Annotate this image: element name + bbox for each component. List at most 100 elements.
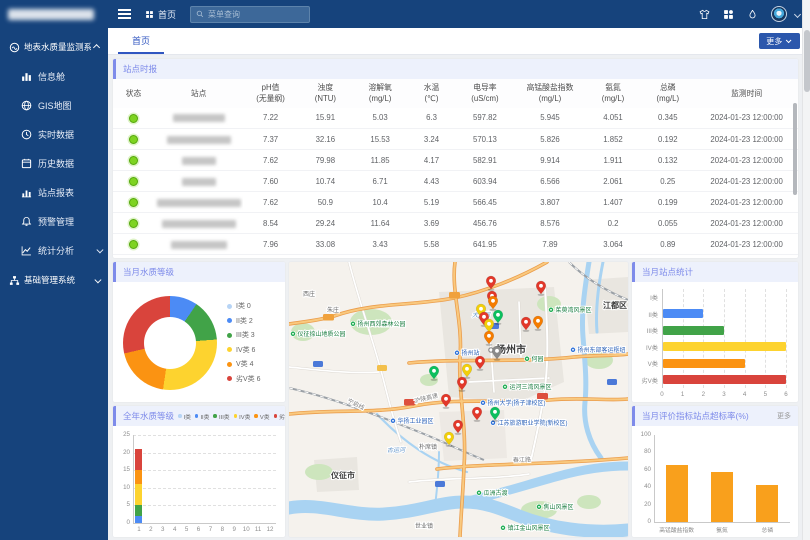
legend-item[interactable]: I类 0 xyxy=(227,301,261,311)
map-poi[interactable]: 镇江金山风景区 xyxy=(500,524,549,532)
legend-label: III类 3 xyxy=(236,330,255,340)
table-scrollbar[interactable] xyxy=(793,103,797,195)
value-cell: 3.24 xyxy=(408,129,456,150)
status-dot xyxy=(129,219,138,228)
page-scrollbar-thumb[interactable] xyxy=(804,30,810,92)
menu-search[interactable] xyxy=(190,6,310,23)
chevron-down-icon xyxy=(786,38,791,43)
legend-item[interactable]: IV类 6 xyxy=(227,345,261,355)
y-tick-label: 80 xyxy=(644,448,651,455)
table-row: 7.2215.915.036.3597.825.9454.0510.345202… xyxy=(113,108,798,129)
legend-item[interactable]: 劣V类 6 xyxy=(227,374,261,384)
user-avatar[interactable] xyxy=(771,6,787,22)
stacked-bar-segment xyxy=(135,516,142,523)
table-row: 7.6279.9811.854.17582.919.9141.9110.1322… xyxy=(113,150,798,171)
legend-item[interactable]: II类 xyxy=(195,412,210,421)
map-poi[interactable]: 运河三湾风景区 xyxy=(502,383,551,391)
legend-item[interactable]: 劣V类 xyxy=(274,412,285,421)
theme-shirt-icon[interactable] xyxy=(699,9,710,20)
poi-label: 镇江金山风景区 xyxy=(508,524,550,532)
legend-dot xyxy=(227,333,232,338)
flame-icon[interactable] xyxy=(747,9,758,20)
sidebar-item[interactable]: 站点报表 xyxy=(0,178,108,207)
legend-item[interactable]: III类 xyxy=(213,412,229,421)
sidebar-group[interactable]: 基础管理系统 xyxy=(0,265,108,295)
sidebar-item[interactable]: 实时数据 xyxy=(0,120,108,149)
poi-label: 焦山风景区 xyxy=(544,503,574,511)
x-tick-label: 11 xyxy=(252,526,264,533)
town-label: 朱庄 xyxy=(327,306,339,314)
map-poi[interactable]: 仪征捺山地质公园 xyxy=(290,330,345,338)
gridline xyxy=(724,289,725,388)
nav-home-link[interactable]: 首页 xyxy=(145,8,176,21)
exceed-more-link[interactable]: 更多 xyxy=(777,411,791,421)
value-cell: 7.22 xyxy=(243,108,298,129)
page-scrollbar[interactable] xyxy=(802,0,810,540)
map-poi[interactable]: 扬州西郊森林公园 xyxy=(350,320,405,328)
hbar xyxy=(663,375,786,384)
status-dot xyxy=(129,240,138,249)
value-cell: 5.945 xyxy=(514,108,585,129)
sidebar-item[interactable]: 信息舱 xyxy=(0,62,108,91)
sidebar-group[interactable]: 地表水质量监测系统 xyxy=(0,32,108,62)
value-cell: 8.576 xyxy=(514,213,585,234)
legend-item[interactable]: III类 3 xyxy=(227,330,261,340)
value-cell: 33.08 xyxy=(298,234,353,255)
map-panel[interactable]: 古运河大运河沪陕高速宁启线春江路西庄朱庄朴席镇世业镇仪征捺山地质公园扬州西郊森林… xyxy=(289,262,628,537)
legend-item[interactable]: V类 4 xyxy=(227,359,261,369)
map-poi[interactable]: 扬州大学(扬子津校区) xyxy=(480,399,545,407)
column-header: 浊度(NTU) xyxy=(298,79,353,108)
column-header: 高锰酸盐指数(mg/L) xyxy=(514,79,585,108)
map-poi[interactable]: 华扬工业园区 xyxy=(390,417,433,425)
station-stats-hbar-chart: 0123456I类II类III类IV类V类劣V类 xyxy=(636,285,794,400)
legend-item[interactable]: IV类 xyxy=(234,412,251,421)
legend-dot xyxy=(227,376,232,381)
map-poi[interactable]: 茱萸湾风景区 xyxy=(548,306,591,314)
station-table: 状态站点pH值(无量纲)浊度(NTU)溶解氧(mg/L)水温(℃)电导率(uS/… xyxy=(113,79,798,255)
navbar-actions xyxy=(699,6,800,22)
gridline xyxy=(703,289,704,388)
y-tick-label: 20 xyxy=(123,449,130,456)
sidebar-item[interactable]: 历史数据 xyxy=(0,149,108,178)
sidebar-item[interactable]: 预警管理 xyxy=(0,207,108,236)
value-cell: 10.74 xyxy=(298,171,353,192)
y-tick-label: 10 xyxy=(123,484,130,491)
status-cell xyxy=(113,108,154,129)
sidebar-group-label: 基础管理系统 xyxy=(24,274,91,286)
value-cell: 50.9 xyxy=(298,192,353,213)
value-cell: 4.43 xyxy=(408,171,456,192)
sidebar-item[interactable]: GIS地图 xyxy=(0,91,108,120)
svg-text:江都区: 江都区 xyxy=(603,300,627,310)
gridline xyxy=(133,453,276,454)
sidebar-item[interactable]: 统计分析 xyxy=(0,236,108,265)
value-cell: 7.62 xyxy=(243,192,298,213)
sidebar-item-label: 预警管理 xyxy=(38,215,104,228)
menu-collapse-icon[interactable] xyxy=(118,9,131,19)
value-cell: 2024-01-23 12:00:00 xyxy=(695,213,798,234)
x-tick-label: 1 xyxy=(133,526,145,533)
gridline xyxy=(745,289,746,388)
legend-item[interactable]: I类 xyxy=(178,412,191,421)
legend-label: 劣V类 6 xyxy=(236,374,261,384)
vbar xyxy=(756,485,778,522)
legend-dot xyxy=(178,414,182,418)
layout-grid-icon[interactable] xyxy=(723,9,734,20)
legend-item[interactable]: II类 2 xyxy=(227,316,261,326)
table-row: 7.9633.083.435.58641.957.893.0640.892024… xyxy=(113,234,798,255)
city-label: 仪征市 xyxy=(330,470,355,480)
value-cell: 4.17 xyxy=(408,150,456,171)
station-cell xyxy=(154,171,243,192)
station-cell xyxy=(154,234,243,255)
value-cell: 1.911 xyxy=(586,150,641,171)
map-poi[interactable]: 扬州东部客运枢纽 xyxy=(570,346,625,354)
x-tick-label: 3 xyxy=(720,391,728,398)
search-input[interactable] xyxy=(208,10,304,19)
value-cell: 582.91 xyxy=(455,150,514,171)
user-menu-chevron-icon[interactable] xyxy=(794,10,801,17)
legend-item[interactable]: V类 xyxy=(254,412,269,421)
map-poi[interactable]: 江苏旅游职业学院(新校区) xyxy=(490,419,567,427)
poi-label: 扬州西郊森林公园 xyxy=(358,320,406,328)
tab-home[interactable]: 首页 xyxy=(118,28,164,54)
more-button[interactable]: 更多 xyxy=(759,33,800,49)
sidebar-group-label: 地表水质量监测系统 xyxy=(24,41,91,53)
